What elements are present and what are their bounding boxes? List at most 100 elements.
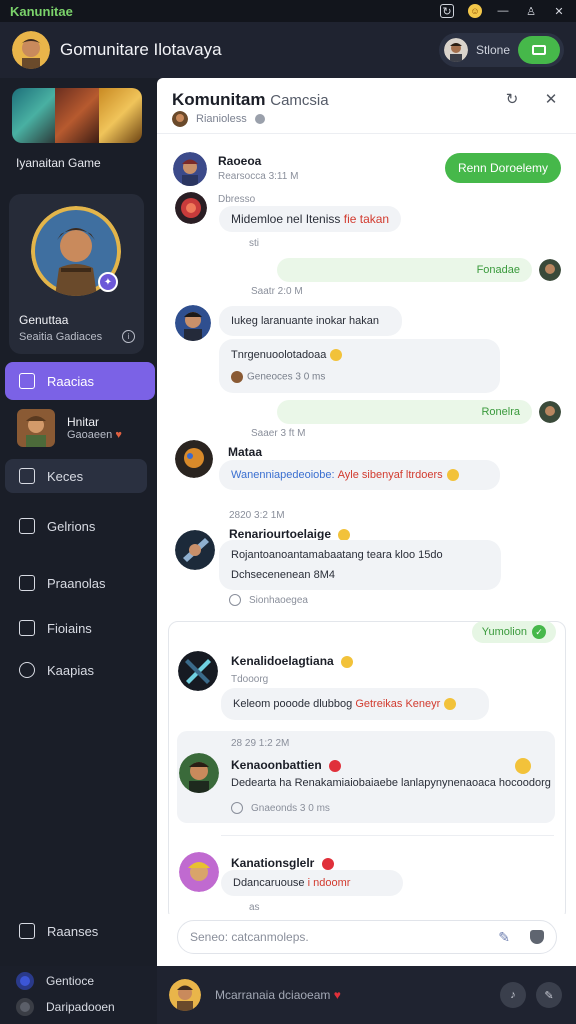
avatar[interactable] bbox=[178, 651, 218, 691]
emoji-notification-icon[interactable]: ☺ bbox=[468, 4, 482, 18]
shield-icon bbox=[19, 373, 35, 389]
message-text-end: 8M4 bbox=[313, 569, 335, 581]
info-icon[interactable]: i bbox=[122, 330, 135, 343]
own-avatar[interactable] bbox=[539, 401, 561, 423]
status-pill[interactable]: Stlone bbox=[438, 33, 564, 67]
avatar[interactable] bbox=[175, 440, 213, 478]
message-author-text: Renariourtoelaige bbox=[229, 527, 332, 541]
reaction-line[interactable]: Sionhaoegea bbox=[229, 594, 308, 606]
heart-icon bbox=[329, 759, 342, 772]
friend-name: Hnitar bbox=[67, 415, 100, 429]
avatar[interactable] bbox=[175, 305, 211, 341]
nav-item-raanses[interactable]: Raanses bbox=[5, 912, 155, 950]
avatar[interactable] bbox=[179, 753, 219, 793]
calendar-icon bbox=[19, 468, 35, 484]
message-text-content: Dchsecenenean bbox=[231, 569, 311, 581]
status-offline-row[interactable]: Daripadooen bbox=[16, 998, 115, 1016]
document-icon bbox=[19, 518, 35, 534]
nav-item-praanolas[interactable]: Praanolas bbox=[5, 564, 155, 602]
avatar[interactable] bbox=[179, 852, 219, 892]
chat-icon bbox=[19, 620, 35, 636]
message-text-highlight: i ndoomr bbox=[307, 877, 351, 889]
emoji-icon bbox=[515, 758, 531, 774]
offline-dot-icon bbox=[16, 998, 34, 1016]
message-text-highlight: Getreikas Keneyr bbox=[355, 698, 441, 710]
heart-icon bbox=[321, 857, 334, 870]
footer-avatar[interactable] bbox=[169, 979, 201, 1011]
message-bubble: Wanenniapedeoiobe: Ayle sibenyaf ltrdoer… bbox=[219, 460, 500, 490]
user-avatar[interactable] bbox=[12, 31, 50, 69]
message-bubble: Iukeg laranuante inokar hakan bbox=[219, 306, 402, 336]
nav-label: Raacias bbox=[47, 373, 94, 389]
video-toggle-button[interactable] bbox=[518, 36, 560, 64]
panel-title-light: Camcsia bbox=[270, 92, 329, 109]
nav-label: Kaapias bbox=[47, 662, 94, 678]
game-banner[interactable] bbox=[12, 88, 142, 143]
friend-item[interactable]: Hnitar Gaoaeen ♥ bbox=[5, 404, 155, 452]
panel-title: Komunitam Camcsia bbox=[172, 90, 329, 110]
message-time: 2820 3:2 1M bbox=[229, 510, 285, 521]
own-avatar[interactable] bbox=[539, 259, 561, 281]
reaction-line: Geneoces 3 0 ms bbox=[231, 371, 326, 384]
thread-tag-label: Yumolion bbox=[481, 626, 527, 638]
message-input-placeholder: Seneo: catcanmoleps. bbox=[190, 930, 309, 944]
message-text: Dchsecenenean 8M4 bbox=[231, 569, 335, 581]
video-icon bbox=[532, 45, 546, 55]
message-author-text: Kenaoonbattien bbox=[231, 758, 322, 772]
panel-subtitle: Rianioless bbox=[172, 111, 265, 127]
message-bubble: Rojantoanoantamabaatang teara kloo 15do … bbox=[219, 540, 501, 590]
message-bubble: Keleom pooode dlubbog Getreikas Keneyr bbox=[221, 688, 489, 720]
shield-icon[interactable] bbox=[530, 930, 544, 944]
message-bubble: Ddancaruouse i ndoomr bbox=[221, 870, 403, 896]
message-text: Keleom pooode dlubbog bbox=[233, 698, 353, 710]
page-title: Gomunitare Ilotavaya bbox=[60, 40, 222, 59]
avatar[interactable] bbox=[173, 152, 207, 186]
refresh-icon[interactable]: ↻ bbox=[504, 91, 520, 108]
app-name: Kanunitae bbox=[10, 3, 73, 19]
pen-icon[interactable]: ✎ bbox=[498, 929, 510, 946]
message-bubble: Tnrgenuoolotadoaa Geneoces 3 0 ms bbox=[219, 339, 500, 393]
close-icon[interactable]: ✕ bbox=[552, 4, 566, 18]
status-offline-label: Daripadooen bbox=[46, 1000, 115, 1014]
own-message-bubble: Ronelra bbox=[277, 400, 532, 424]
reaction-text: Geneoces 3 0 ms bbox=[247, 371, 326, 383]
friend-status: Gaoaeen ♥ bbox=[67, 429, 122, 441]
mic-icon[interactable]: ♪ bbox=[500, 982, 526, 1008]
nav-item-raacias[interactable]: Raacias bbox=[5, 362, 155, 400]
message-text-content: Rojantoanoantamabaatang teara kloo bbox=[231, 549, 416, 561]
message-author: Kenalidoelagtiana bbox=[231, 654, 354, 668]
close-icon[interactable]: ✕ bbox=[543, 91, 559, 108]
message-author-text: Kenalidoelagtiana bbox=[231, 654, 334, 668]
nav-item-keces[interactable]: Keces bbox=[5, 459, 147, 493]
reaction-line[interactable]: Gnaeonds 3 0 ms bbox=[231, 802, 330, 814]
pinned-thread-card[interactable]: Yumolion ✓ Kenalidoelagtiana Tdooorg Kel… bbox=[168, 621, 566, 914]
message-text-highlight: Wanenniapedeoiobe: bbox=[231, 469, 335, 481]
avatar[interactable] bbox=[175, 192, 207, 224]
minimize-icon[interactable]: — bbox=[496, 4, 510, 18]
join-button[interactable]: Renn Doroelemy bbox=[445, 153, 561, 183]
user-icon[interactable]: ♙ bbox=[524, 4, 538, 18]
refresh-icon[interactable]: ↻ bbox=[440, 4, 454, 18]
check-icon: ✓ bbox=[532, 625, 546, 639]
game-name: Iyanaitan Game bbox=[16, 156, 101, 170]
message-list: Raoeoa Rearsocca 3:11 M Renn Doroelemy D… bbox=[157, 134, 576, 914]
avatar[interactable] bbox=[175, 530, 215, 570]
nav-item-kaapias[interactable]: Kaapias bbox=[5, 651, 155, 689]
message-input[interactable]: Seneo: catcanmoleps. ✎ bbox=[177, 920, 557, 954]
status-online-row[interactable]: Gentioce bbox=[16, 972, 94, 990]
nav-item-gelrions[interactable]: Gelrions bbox=[5, 507, 155, 545]
nav-item-fioiains[interactable]: Fioiains bbox=[5, 609, 155, 647]
status-avatar bbox=[443, 38, 468, 62]
emoji-icon bbox=[446, 469, 459, 481]
message-time: Saaer 3 ft M bbox=[251, 428, 306, 439]
target-icon bbox=[19, 662, 35, 678]
edit-icon[interactable]: ✎ bbox=[536, 982, 562, 1008]
heart-icon: ♥ bbox=[333, 988, 341, 1002]
message-author: Raoeoa bbox=[218, 154, 262, 168]
sidebar: Iyanaitan Game ✦ Genuttaa Seaitia Gadiac… bbox=[0, 78, 157, 966]
people-icon bbox=[19, 575, 35, 591]
message-text-highlight: fie takan bbox=[343, 212, 390, 226]
profile-card[interactable]: ✦ Genuttaa Seaitia Gadiaces i bbox=[9, 194, 144, 354]
message-author: Kenaoonbattien bbox=[231, 758, 342, 772]
message-meta: Dbresso bbox=[218, 194, 256, 205]
